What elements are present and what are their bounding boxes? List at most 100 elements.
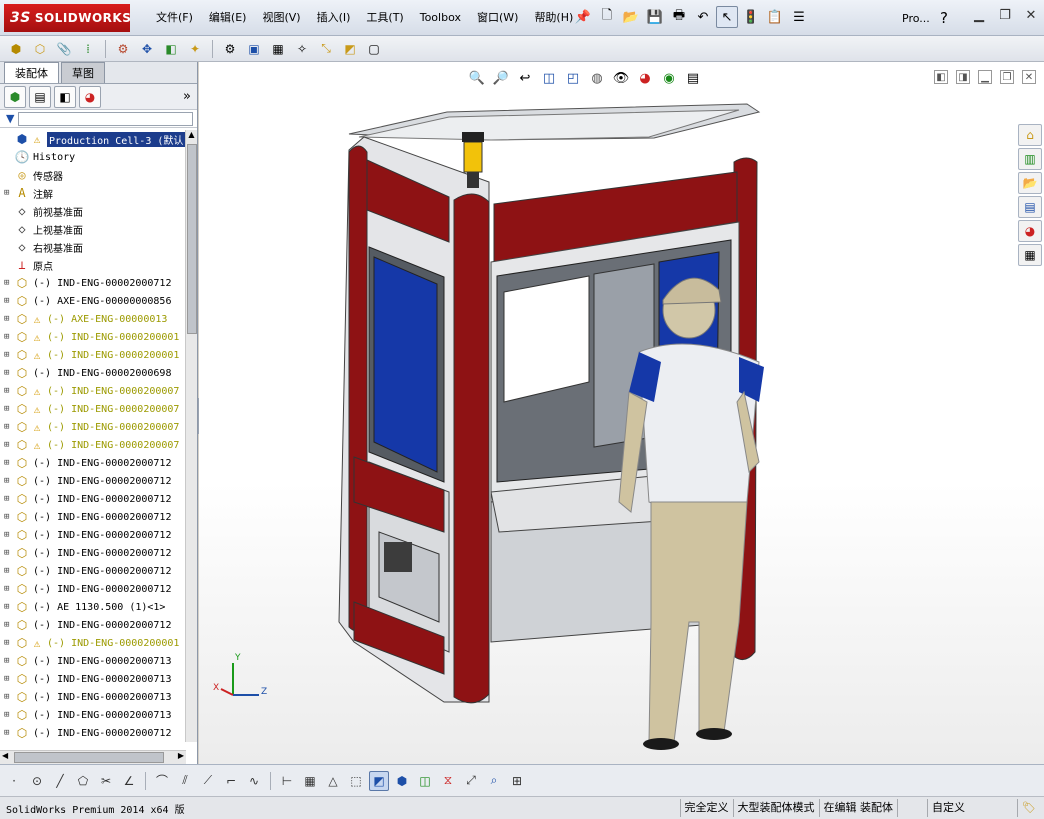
instant3d-icon[interactable]: ◫	[415, 771, 435, 791]
assembly-features-icon[interactable]: ✦	[185, 39, 205, 59]
explode-line-sketch-icon[interactable]: ⤡	[316, 39, 336, 59]
expand-toggle-icon[interactable]: ⊞	[4, 728, 14, 738]
expand-toggle-icon[interactable]: ⊞	[4, 386, 14, 396]
file-properties-icon[interactable]: 📋	[764, 6, 786, 28]
tree-item[interactable]: 🕓 History	[0, 148, 186, 166]
polygon-icon[interactable]: ⬠	[73, 771, 93, 791]
fillet-icon[interactable]: ⌒	[152, 771, 172, 791]
grid-icon[interactable]: ▦	[300, 771, 320, 791]
tree-item[interactable]: ⊥ 原点	[0, 256, 186, 274]
expand-toggle-icon[interactable]: ⊞	[4, 548, 14, 558]
appearances-icon[interactable]: ◕	[1018, 220, 1042, 242]
expand-toggle-icon[interactable]: ⊞	[4, 404, 14, 414]
tree-item[interactable]: ⊞ ⬡ (-) IND-ENG-00002000712	[0, 526, 186, 544]
close-icon[interactable]: ✕	[1022, 6, 1040, 24]
expand-toggle-icon[interactable]: ⊞	[4, 656, 14, 666]
tree-item[interactable]: ⊞ ⬡ (-) IND-ENG-00002000712	[0, 274, 186, 292]
expand-toggle-icon[interactable]: ⊞	[4, 620, 14, 630]
expand-toggle-icon[interactable]: ⊞	[4, 674, 14, 684]
sketch-3d-icon[interactable]: ⬚	[346, 771, 366, 791]
tree-item[interactable]: ⊞ ⬡ (-) IND-ENG-00002000712	[0, 472, 186, 490]
filter-icon[interactable]: ▼	[6, 112, 14, 125]
help-icon[interactable]: ?	[940, 9, 948, 27]
menu-item[interactable]: 窗口(W)	[469, 10, 526, 26]
scroll-up-icon[interactable]: ▲	[186, 130, 197, 142]
menu-item[interactable]: 编辑(E)	[201, 10, 255, 26]
tree-item[interactable]: ⊞ ⬡ (-) IND-ENG-00002000712	[0, 562, 186, 580]
mate-icon[interactable]: 📎	[54, 39, 74, 59]
tree-item[interactable]: ⊞ ⬡ (-) IND-ENG-00002000712	[0, 544, 186, 562]
expand-toggle-icon[interactable]: ⊞	[4, 368, 14, 378]
scroll-right-icon[interactable]: ▶	[178, 751, 184, 760]
tree-item[interactable]: ⊞ ⬡ (-) AXE-ENG-00000000856	[0, 292, 186, 310]
linear-pattern-icon[interactable]: ⁞	[78, 39, 98, 59]
move-entities-icon[interactable]: ⤢	[461, 771, 481, 791]
tree-item[interactable]: ⊞ ⬡ (-) IND-ENG-00002000712	[0, 724, 186, 742]
minimize-icon[interactable]: ▁	[970, 6, 988, 24]
reference-geometry-icon[interactable]: ⚙	[220, 39, 240, 59]
tree-item[interactable]: ⊞ ⬡ (-) IND-ENG-00002000713	[0, 670, 186, 688]
search-label[interactable]: Pro...	[902, 12, 930, 25]
smart-fasteners-icon[interactable]: ⚙	[113, 39, 133, 59]
tree-item[interactable]: ◇ 右视基准面	[0, 238, 186, 256]
spline-icon[interactable]: ∿	[244, 771, 264, 791]
property-manager-tab-icon[interactable]: ▤	[29, 85, 51, 108]
restore-icon[interactable]: ❐	[996, 6, 1014, 24]
table-icon[interactable]: ⊞	[507, 771, 527, 791]
exploded-view-icon[interactable]: ✧	[292, 39, 312, 59]
new-part-icon[interactable]: ⬡	[30, 39, 50, 59]
relation-icon[interactable]: △	[323, 771, 343, 791]
tree-item[interactable]: ⊞ ⬡ (-) IND-ENG-00002000712	[0, 616, 186, 634]
tab-assembly[interactable]: 装配体	[4, 62, 59, 83]
tree-item[interactable]: ◇ 上视基准面	[0, 220, 186, 238]
tree-item[interactable]: ⊞ ⬡ ⚠ (-) IND-ENG-0000200007	[0, 436, 186, 454]
expand-toggle-icon[interactable]: ⊞	[4, 314, 14, 324]
production-cell-model[interactable]	[199, 62, 1044, 764]
expand-toggle-icon[interactable]: ⊞	[4, 422, 14, 432]
rapid-sketch-icon[interactable]: ⌕	[484, 771, 504, 791]
feature-manager-tab-icon[interactable]: ⬢	[4, 85, 26, 108]
scroll-thumb[interactable]	[187, 144, 197, 334]
rebuild-icon[interactable]: 🚦	[740, 6, 762, 28]
pin-icon[interactable]: 📌	[572, 6, 594, 28]
offset-icon[interactable]: ⫽	[175, 771, 195, 791]
configuration-manager-tab-icon[interactable]: ◧	[54, 85, 76, 108]
expand-toggle-icon[interactable]: ⊞	[4, 332, 14, 342]
expand-toggle-icon[interactable]: ⊞	[4, 638, 14, 648]
isometric-view-icon[interactable]: ⬢	[392, 771, 412, 791]
expand-toggle-icon[interactable]: ⊞	[4, 584, 14, 594]
select-icon[interactable]: ↖	[716, 6, 738, 28]
menu-item[interactable]: 视图(V)	[254, 10, 308, 26]
menu-item[interactable]: 文件(F)	[148, 10, 201, 26]
scroll-left-icon[interactable]: ◀	[2, 751, 8, 760]
tree-item[interactable]: ⊞ ⬡ (-) IND-ENG-00002000713	[0, 706, 186, 724]
open-icon[interactable]: 📂	[620, 6, 642, 28]
hscroll-thumb[interactable]	[14, 752, 164, 763]
tree-vertical-scrollbar[interactable]: ▲	[185, 130, 197, 742]
mirror-icon[interactable]: ⧖	[438, 771, 458, 791]
chamfer-icon[interactable]: ⟋	[198, 771, 218, 791]
dimension-icon[interactable]: ⊢	[277, 771, 297, 791]
tree-item[interactable]: ⊞ ⬡ ⚠ (-) IND-ENG-0000200007	[0, 382, 186, 400]
tree-item[interactable]: ⊞ ⬡ ⚠ (-) IND-ENG-0000200007	[0, 418, 186, 436]
expand-toggle-icon[interactable]: ⊞	[4, 440, 14, 450]
print-icon[interactable]: 🖶	[668, 6, 690, 28]
expand-toggle-icon[interactable]: ⊞	[4, 494, 14, 504]
tag-icon[interactable]: 🏷	[1017, 799, 1040, 817]
point-icon[interactable]: ·	[4, 771, 24, 791]
expand-toggle-icon[interactable]: ⊞	[4, 512, 14, 522]
expand-toggle-icon[interactable]: ⊞	[4, 296, 14, 306]
expand-toggle-icon[interactable]: ⊞	[4, 278, 14, 288]
expand-toggle-icon[interactable]: ⊞	[4, 710, 14, 720]
new-motion-study-icon[interactable]: ▣	[244, 39, 264, 59]
tree-item[interactable]: ⊞ ⬡ ⚠ (-) IND-ENG-0000200001	[0, 634, 186, 652]
show-hidden-icon[interactable]: ◧	[161, 39, 181, 59]
tree-item[interactable]: ◎ 传感器	[0, 166, 186, 184]
angle-icon[interactable]: ∠	[119, 771, 139, 791]
line-icon[interactable]: ╱	[50, 771, 70, 791]
circle-icon[interactable]: ⊙	[27, 771, 47, 791]
move-component-icon[interactable]: ✥	[137, 39, 157, 59]
graphics-area[interactable]: 🔍 🔎 ↩ ◫ ◰ ◍ 👁 ◕ ◉ ▤ ◧ ◨ ▁ ❐ ✕ Y X Z	[199, 62, 1044, 764]
tree-item[interactable]: ⊞ A 注解	[0, 184, 186, 202]
solidworks-resources-icon[interactable]: ⌂	[1018, 124, 1042, 146]
